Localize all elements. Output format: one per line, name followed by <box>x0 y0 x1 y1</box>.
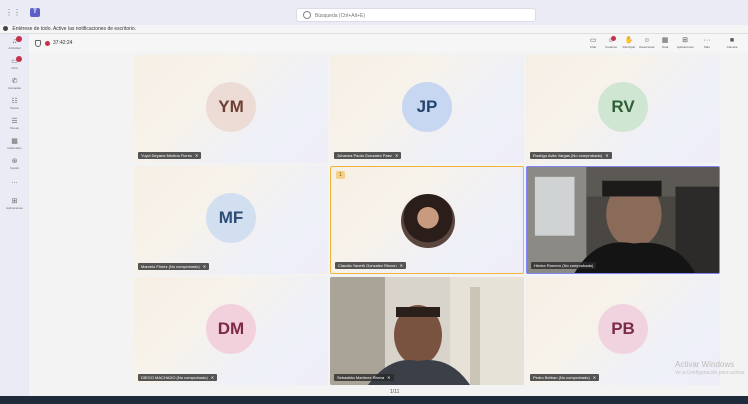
shield-icon[interactable] <box>35 40 41 47</box>
rail-item-teams[interactable]: ☷ Teams <box>0 96 29 116</box>
mic-off-icon: ✕ <box>605 153 609 158</box>
participant-tile[interactable]: Sebastián Martínez Rivera ✕ <box>330 277 524 385</box>
calendar-icon: ▦ <box>11 138 18 145</box>
mic-off-icon: ✕ <box>394 153 399 158</box>
more-icon: ... <box>11 178 18 185</box>
mic-off-icon: ✕ <box>399 263 403 268</box>
participant-photo <box>401 194 455 248</box>
notification-badge <box>16 56 22 62</box>
rail-item-copilot[interactable]: ⊛ Copilot <box>0 156 29 176</box>
chat-icon: ▭ <box>11 58 18 65</box>
chat-icon: ▭ <box>589 37 597 44</box>
meeting-stage: YM Yuyci Deyana Medina Flores ✕ JP Johann… <box>29 52 748 396</box>
gallery-pager[interactable]: 1/11 <box>390 389 399 395</box>
participant-avatar: MF <box>206 193 256 243</box>
apps-icon: ⊞ <box>682 37 688 44</box>
camera-icon: ■ <box>729 37 735 44</box>
activation-watermark-subtitle: Ve a Configuración para activar <box>675 370 745 376</box>
participant-name: Marcelo Flórez (No comprobado) ✕ <box>138 263 210 270</box>
participant-video <box>527 167 719 273</box>
mic-off-icon: ✕ <box>202 264 207 269</box>
recording-icon <box>45 41 50 46</box>
more-icon: ··· <box>703 37 711 44</box>
copilot-icon: ⊛ <box>11 158 18 165</box>
participant-avatar: YM <box>206 82 256 132</box>
rail-item-apps[interactable]: ⊞ Aplicaciones <box>0 196 29 216</box>
activation-watermark-title: Activar Windows <box>675 360 735 369</box>
camera-button[interactable]: ■ Cámara <box>724 36 740 51</box>
participant-name: DIEGO MACHADO (No comprobado) ✕ <box>138 374 218 381</box>
info-icon <box>3 26 8 32</box>
teams-logo: T <box>30 8 40 17</box>
phone-icon: ✆ <box>11 78 18 85</box>
chat-button[interactable]: ▭ Chat <box>585 36 601 51</box>
participant-tile[interactable]: JP Johanna Paola Gonzalez Paez ✕ <box>330 55 524 163</box>
meeting-timer: 37:42:24 <box>53 40 73 46</box>
notification-banner: Entérese de todo. Active las notificacio… <box>0 25 748 34</box>
raise-hand-icon: 1 <box>336 171 345 179</box>
rail-item-calendar[interactable]: ▦ Calendario <box>0 136 29 156</box>
mic-off-icon: ✕ <box>592 375 597 380</box>
participant-avatar: PB <box>598 304 648 354</box>
participant-name: Claudia Yaneth Gonzalez Rincon ✕ <box>335 262 406 269</box>
participant-name: Yuyci Deyana Medina Flores ✕ <box>138 152 202 159</box>
notification-text[interactable]: Entérese de todo. Active las notificacio… <box>12 26 136 32</box>
react-button[interactable]: ☺ Reaccionar <box>639 36 655 51</box>
participant-tile[interactable]: DM DIEGO MACHADO (No comprobado) ✕ <box>134 277 328 385</box>
tasks-icon: ☰ <box>11 118 18 125</box>
rail-item-activity[interactable]: ♫ Actividad <box>0 36 29 56</box>
participant-video <box>330 277 524 385</box>
raise-hand-icon: ✋ <box>624 37 634 44</box>
apps-icon: ⊞ <box>11 198 18 205</box>
search-input[interactable] <box>315 10 525 21</box>
search-icon <box>303 11 311 19</box>
app-launcher-icon[interactable]: ⋮⋮ <box>5 9 21 17</box>
os-taskbar <box>0 396 748 404</box>
more-button[interactable]: ··· Más <box>699 36 715 51</box>
title-bar: ⋮⋮ T <box>0 0 748 25</box>
bell-icon: ♫ <box>11 38 18 45</box>
mic-off-icon: ✕ <box>387 375 391 380</box>
participant-tile[interactable]: MF Marcelo Flórez (No comprobado) ✕ <box>134 166 328 274</box>
mic-off-icon: ✕ <box>210 375 215 380</box>
meeting-toolbar: 37:42:24 ▭ Chat ☺ Usuarios ✋ Participar … <box>29 34 748 52</box>
participant-avatar: RV <box>598 82 648 132</box>
react-icon: ☺ <box>643 37 651 44</box>
participant-avatar: DM <box>206 304 256 354</box>
participant-tile[interactable]: RV Rodrigo Avila Vargas (No comprobado) ✕ <box>526 55 720 163</box>
rail-item-chat[interactable]: ▭ Chat <box>0 56 29 76</box>
participant-tile[interactable]: Héctor Romero (No comprobado) <box>526 166 720 274</box>
apps-button[interactable]: ⊞ Aplicaciones <box>677 36 694 51</box>
search-box[interactable] <box>296 8 536 22</box>
notification-badge <box>611 36 616 41</box>
view-icon: ▦ <box>661 37 669 44</box>
teams-icon: ☷ <box>11 98 18 105</box>
participant-name: Héctor Romero (No comprobado) <box>531 262 597 269</box>
view-button[interactable]: ▦ Vista <box>657 36 673 51</box>
participant-name: Johanna Paola Gonzalez Paez ✕ <box>334 152 402 159</box>
participant-tile[interactable]: 1 Claudia Yaneth Gonzalez Rincon ✕ <box>330 166 524 274</box>
rail-item-calls[interactable]: ✆ Llamadas <box>0 76 29 96</box>
rail-item-tasks[interactable]: ☰ Tareas <box>0 116 29 136</box>
raise-hand-button[interactable]: ✋ Participar <box>621 36 637 51</box>
mic-off-icon: ✕ <box>194 153 199 158</box>
participant-name: Pedro Beltran (No comprobado) ✕ <box>530 374 600 381</box>
participant-tile[interactable]: YM Yuyci Deyana Medina Flores ✕ <box>134 55 328 163</box>
people-button[interactable]: ☺ Usuarios <box>603 36 619 51</box>
rail-item-more[interactable]: ... <box>0 176 29 196</box>
notification-badge <box>16 36 22 42</box>
participant-name: Rodrigo Avila Vargas (No comprobado) ✕ <box>530 152 612 159</box>
participant-avatar: JP <box>402 82 452 132</box>
participant-name: Sebastián Martínez Rivera ✕ <box>334 374 394 381</box>
app-rail: ♫ Actividad ▭ Chat ✆ Llamadas ☷ Teams ☰ … <box>0 34 29 396</box>
